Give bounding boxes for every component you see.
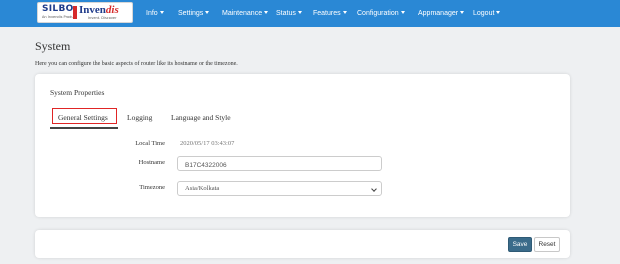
- card-header: System Properties: [50, 88, 105, 97]
- nav-item-info[interactable]: Info: [146, 9, 164, 19]
- nav-item-logout[interactable]: Logout: [473, 9, 501, 19]
- nav-item-appmanager[interactable]: Appmanager: [418, 9, 465, 19]
- logo-mark-icon: [73, 6, 77, 19]
- page-title: System: [35, 39, 71, 53]
- save-button[interactable]: Save: [508, 237, 532, 252]
- chevron-down-icon: [400, 11, 405, 14]
- timezone-label: Timezone: [139, 184, 165, 191]
- chevron-down-icon: [342, 11, 347, 14]
- timezone-selected-value: Asia/Kolkata: [185, 185, 220, 192]
- chevron-down-icon: [371, 186, 377, 192]
- silbo-logo-text: SILBO: [42, 4, 74, 14]
- nav-item-maintenance[interactable]: Maintenance: [222, 9, 269, 19]
- invendis-logo-text: Invendis: [79, 4, 119, 16]
- hostname-label: Hostname: [138, 159, 165, 166]
- chevron-down-icon: [264, 11, 269, 14]
- tab-general-settings[interactable]: General Settings: [58, 113, 108, 122]
- invendis-tagline: Invent. Discover: [88, 16, 117, 20]
- chevron-down-icon: [159, 11, 164, 14]
- chevron-down-icon: [205, 11, 210, 14]
- silbo-tagline: An Invendis Product: [42, 15, 77, 19]
- nav-item-status[interactable]: Status: [276, 9, 302, 19]
- tab-language-and-style[interactable]: Language and Style: [171, 113, 231, 122]
- hostname-input[interactable]: [177, 156, 382, 171]
- nav-item-features[interactable]: Features: [313, 9, 347, 19]
- chevron-down-icon: [460, 11, 465, 14]
- system-properties-card: System Properties General Settings Loggi…: [35, 74, 570, 217]
- actions-card: Save Reset: [35, 230, 570, 258]
- top-navbar: SILBO An Invendis Product Invendis Inven…: [0, 0, 620, 27]
- timezone-select[interactable]: Asia/Kolkata: [177, 181, 382, 196]
- local-time-label: Local Time: [135, 140, 165, 147]
- nav-item-configuration[interactable]: Configuration: [357, 9, 405, 19]
- local-time-value: 2020/05/17 03:43:07: [180, 140, 235, 147]
- chevron-down-icon: [496, 11, 501, 14]
- active-tab-underline: [50, 127, 118, 129]
- tab-logging[interactable]: Logging: [127, 113, 152, 122]
- page-description: Here you can configure the basic aspects…: [35, 61, 238, 67]
- reset-button[interactable]: Reset: [534, 237, 560, 252]
- brand-logo[interactable]: SILBO An Invendis Product Invendis Inven…: [37, 2, 133, 23]
- nav-item-settings[interactable]: Settings: [178, 9, 210, 19]
- chevron-down-icon: [297, 11, 302, 14]
